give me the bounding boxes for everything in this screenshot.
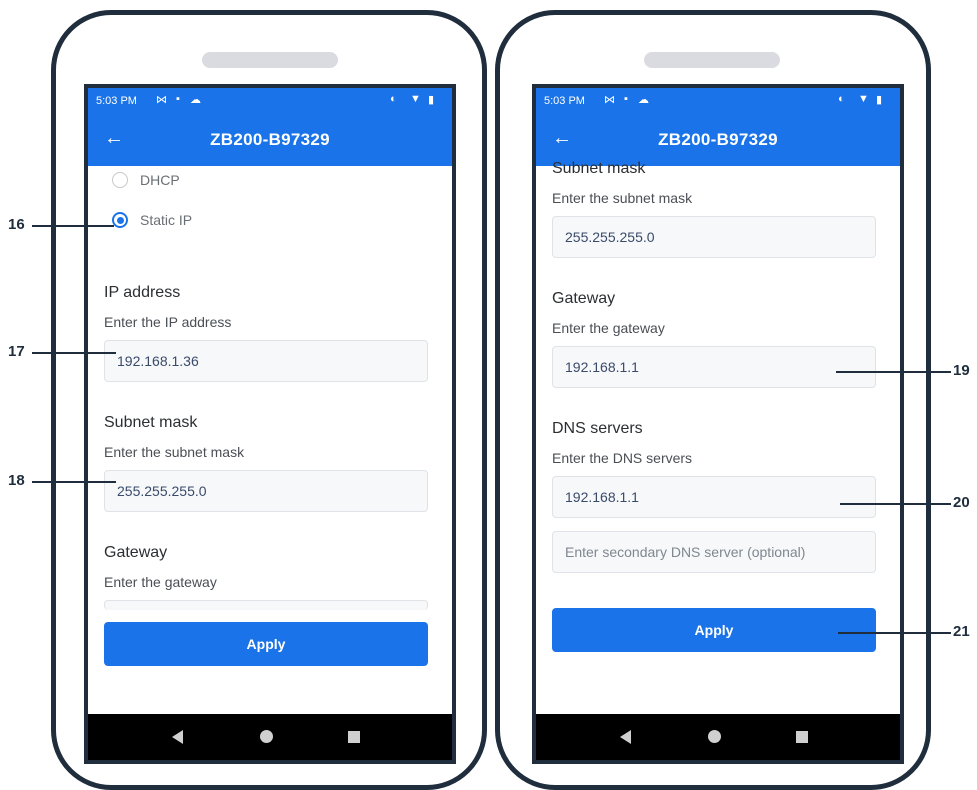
- radio-static-row[interactable]: Static IP: [112, 209, 192, 231]
- screen-right: 5:03 PM ⋈ ▪ ☁ ◐ ▼ ▮ ← ZB200-B97329 Subne…: [532, 84, 904, 764]
- nav-back-icon[interactable]: [172, 730, 183, 744]
- radio-dhcp[interactable]: [112, 172, 128, 188]
- radio-dhcp-row[interactable]: DHCP: [112, 169, 180, 191]
- gateway-title: Gateway: [104, 544, 168, 561]
- wifi-icon: ▼: [410, 93, 421, 105]
- speaker-grille: [644, 52, 780, 68]
- callout-line-19: [836, 371, 951, 373]
- callout-18: 18: [8, 472, 25, 489]
- page-title: ZB200-B97329: [658, 130, 778, 149]
- primary-dns-input[interactable]: 192.168.1.1: [552, 476, 876, 518]
- m-icon: ⋈: [604, 94, 615, 106]
- status-time: 5:03 PM: [544, 95, 585, 107]
- gateway-input[interactable]: 192.168.1.1: [552, 346, 876, 388]
- cloud-icon: ☁: [190, 94, 201, 106]
- callout-line-18: [32, 481, 116, 483]
- sync-icon: ◐: [390, 93, 397, 105]
- callout-line-17: [32, 352, 116, 354]
- status-time: 5:03 PM: [96, 95, 137, 107]
- phone-left: 5:03 PM ⋈ ▪ ☁ ◐ ▼ ▮ ← ZB200-B97329 DHCP …: [51, 10, 487, 790]
- speaker-grille: [202, 52, 338, 68]
- screen-left: 5:03 PM ⋈ ▪ ☁ ◐ ▼ ▮ ← ZB200-B97329 DHCP …: [84, 84, 456, 764]
- radio-static-ip[interactable]: [112, 212, 128, 228]
- app-bar: ← ZB200-B97329: [536, 114, 900, 166]
- subnet-mask-input[interactable]: 255.255.255.0: [104, 470, 428, 512]
- callout-line-21: [838, 632, 951, 634]
- apply-button[interactable]: Apply: [104, 622, 428, 666]
- callout-20: 20: [953, 494, 970, 511]
- ip-address-hint: Enter the IP address: [104, 314, 232, 330]
- subnet-mask-hint: Enter the subnet mask: [552, 190, 693, 206]
- gateway-hint: Enter the gateway: [552, 320, 665, 336]
- subnet-mask-input[interactable]: 255.255.255.0: [552, 216, 876, 258]
- battery-icon: ▮: [876, 94, 883, 106]
- subnet-mask-hint: Enter the subnet mask: [104, 444, 245, 460]
- nav-recent-apps-icon[interactable]: [348, 731, 360, 743]
- callout-21: 21: [953, 623, 970, 640]
- radio-dhcp-label: DHCP: [140, 172, 180, 188]
- page-title: ZB200-B97329: [210, 130, 330, 149]
- sync-icon: ◐: [838, 93, 845, 105]
- status-bar: 5:03 PM ⋈ ▪ ☁ ◐ ▼ ▮: [536, 88, 900, 114]
- ip-address-title: IP address: [104, 284, 181, 301]
- nav-home-icon[interactable]: [260, 730, 273, 743]
- callout-line-16: [32, 225, 114, 227]
- cast-icon: ▪: [624, 93, 628, 105]
- gateway-hint: Enter the gateway: [104, 574, 217, 590]
- wifi-icon: ▼: [858, 93, 869, 105]
- battery-icon: ▮: [428, 94, 435, 106]
- callout-line-20: [840, 503, 951, 505]
- cloud-icon: ☁: [638, 94, 649, 106]
- nav-back-icon[interactable]: [620, 730, 631, 744]
- gateway-input-partial[interactable]: [104, 600, 428, 610]
- apply-button[interactable]: Apply: [552, 608, 876, 652]
- m-icon: ⋈: [156, 94, 167, 106]
- subnet-mask-title: Subnet mask: [104, 414, 198, 431]
- dns-servers-hint: Enter the DNS servers: [552, 450, 693, 466]
- android-nav-bar: [88, 714, 452, 760]
- nav-recent-apps-icon[interactable]: [796, 731, 808, 743]
- callout-17: 17: [8, 343, 25, 360]
- android-nav-bar: [536, 714, 900, 760]
- subnet-mask-title: Subnet mask: [552, 160, 646, 177]
- app-bar: ← ZB200-B97329: [88, 114, 452, 166]
- cast-icon: ▪: [176, 93, 180, 105]
- callout-19: 19: [953, 362, 970, 379]
- callout-16: 16: [8, 216, 25, 233]
- radio-static-label: Static IP: [140, 212, 193, 228]
- ip-address-input[interactable]: 192.168.1.36: [104, 340, 428, 382]
- gateway-title: Gateway: [552, 290, 616, 307]
- dns-servers-title: DNS servers: [552, 420, 643, 437]
- secondary-dns-input[interactable]: Enter secondary DNS server (optional): [552, 531, 876, 573]
- phone-right: 5:03 PM ⋈ ▪ ☁ ◐ ▼ ▮ ← ZB200-B97329 Subne…: [495, 10, 931, 790]
- nav-home-icon[interactable]: [708, 730, 721, 743]
- status-bar: 5:03 PM ⋈ ▪ ☁ ◐ ▼ ▮: [88, 88, 452, 114]
